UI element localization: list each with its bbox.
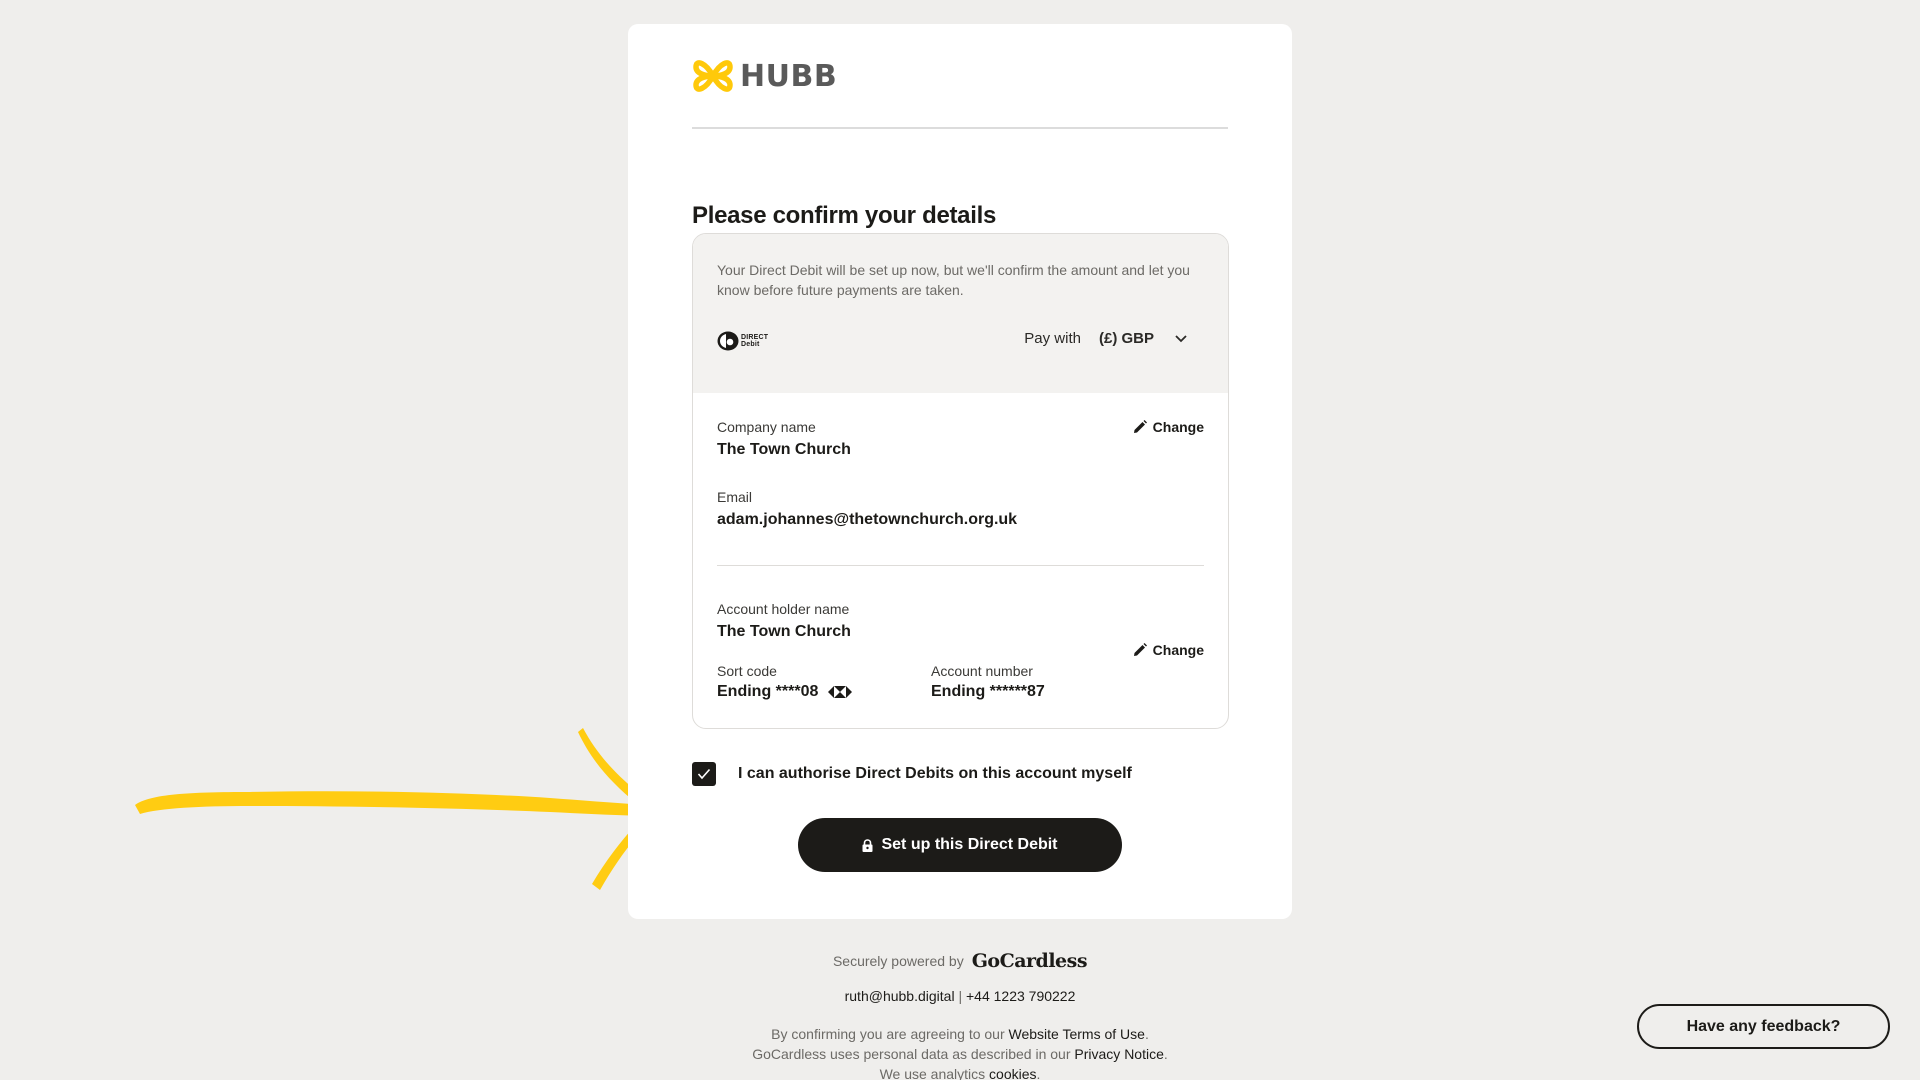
setup-direct-debit-button[interactable]: Set up this Direct Debit <box>798 818 1122 872</box>
authorise-row: I can authorise Direct Debits on this ac… <box>692 762 1132 786</box>
privacy-notice-link[interactable]: Privacy Notice <box>1074 1046 1163 1062</box>
direct-debit-notice: Your Direct Debit will be set up now, bu… <box>717 262 1190 298</box>
change-company-label: Change <box>1152 419 1204 435</box>
page-title: Please confirm your details <box>692 202 997 229</box>
sort-code-value: Ending ****08 <box>717 683 819 700</box>
contact-separator: | <box>958 988 963 1004</box>
direct-debit-logo: DIRECT Debit <box>717 331 768 351</box>
sort-code-label: Sort code <box>717 663 777 679</box>
company-name-value: The Town Church <box>717 441 851 458</box>
legal-line2-suffix: . <box>1163 1046 1168 1062</box>
change-company-button[interactable]: Change <box>1133 419 1204 435</box>
direct-debit-logo-line2: Debit <box>741 341 760 348</box>
contact-phone[interactable]: +44 1223 790222 <box>966 988 1075 1004</box>
setup-direct-debit-label: Set up this Direct Debit <box>881 836 1058 853</box>
account-number-value: Ending ******87 <box>931 683 1045 700</box>
account-holder-value: The Town Church <box>717 623 851 640</box>
section-divider <box>717 565 1204 566</box>
details-summary: Your Direct Debit will be set up now, bu… <box>693 234 1228 393</box>
legal-line3-text: We use analytics <box>879 1066 990 1080</box>
details-panel: Your Direct Debit will be set up now, bu… <box>692 233 1229 729</box>
feedback-label: Have any feedback? <box>1686 1017 1841 1035</box>
email-label: Email <box>717 489 753 505</box>
account-number-label: Account number <box>931 663 1033 679</box>
brand-name: HUBB <box>740 58 838 94</box>
header-divider <box>692 127 1228 129</box>
change-bank-label: Change <box>1152 642 1204 658</box>
legal-text: By confirming you are agreeing to our We… <box>628 1024 1292 1080</box>
gocardless-logo: GoCardless <box>971 950 1088 972</box>
brand-logo: HUBB <box>692 54 837 98</box>
currency-select[interactable]: Pay with (£) GBP <box>1024 330 1188 347</box>
legal-line1-suffix: . <box>1144 1026 1149 1042</box>
direct-debit-logo-line1: DIRECT <box>741 334 769 341</box>
company-name-label: Company name <box>717 419 816 435</box>
pencil-icon <box>1133 420 1147 433</box>
annotation-arrow-icon <box>135 728 665 890</box>
pay-with-label: Pay with <box>1024 330 1081 347</box>
page: HUBB Please confirm your details Your Di… <box>0 0 1920 1080</box>
powered-by-label: Securely powered by <box>832 953 964 969</box>
cookies-link[interactable]: cookies <box>989 1066 1036 1080</box>
authorise-checkbox[interactable] <box>692 762 716 786</box>
bank-logo-icon <box>828 686 853 698</box>
change-bank-details-button[interactable]: Change <box>1133 642 1204 658</box>
lock-icon <box>862 838 873 852</box>
feedback-button[interactable]: Have any feedback? <box>1637 1004 1890 1049</box>
legal-line2-text: GoCardless uses personal data as describ… <box>752 1046 1075 1062</box>
account-holder-label: Account holder name <box>717 601 850 617</box>
legal-line1-text: By confirming you are agreeing to our <box>771 1026 1009 1042</box>
checkout-card: HUBB Please confirm your details Your Di… <box>628 24 1292 919</box>
direct-debit-logo-icon <box>717 331 739 351</box>
chevron-down-icon <box>1175 334 1187 342</box>
currency-selected-value: (£) GBP <box>1098 330 1154 347</box>
authorise-label: I can authorise Direct Debits on this ac… <box>738 765 1132 782</box>
email-value: adam.johannes@thetownchurch.org.uk <box>717 511 1018 528</box>
powered-by: Securely powered by GoCardless <box>628 950 1292 972</box>
checkmark-icon <box>697 768 711 780</box>
terms-of-use-link[interactable]: Website Terms of Use <box>1009 1026 1145 1042</box>
pencil-icon <box>1133 643 1147 656</box>
contact-info: ruth@hubb.digital | +44 1223 790222 <box>628 988 1292 1004</box>
hubb-logo-icon <box>693 60 733 92</box>
legal-line3-suffix: . <box>1036 1066 1041 1080</box>
contact-email[interactable]: ruth@hubb.digital <box>845 988 955 1004</box>
